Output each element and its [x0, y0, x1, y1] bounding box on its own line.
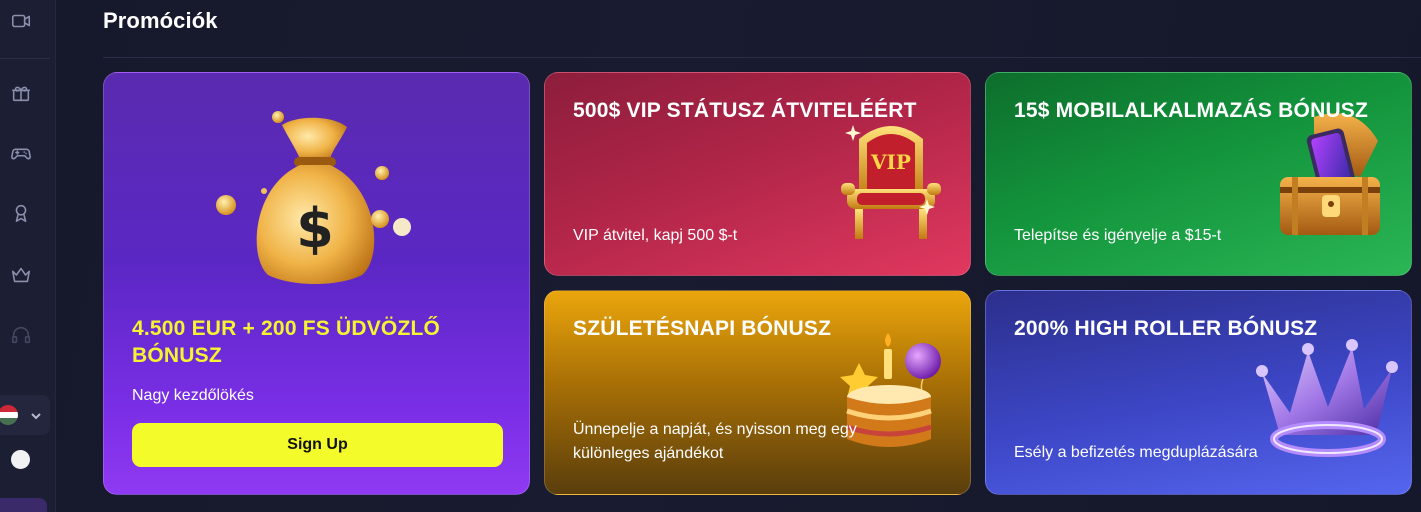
hungary-flag-icon [0, 405, 18, 425]
svg-text:$: $ [296, 197, 334, 260]
promo-card-mobile-app[interactable]: 15$ MOBILALKALMAZÁS BÓNUSZ Telepítse és … [985, 72, 1412, 276]
settings-button[interactable] [0, 498, 47, 512]
promo-title: SZÜLETÉSNAPI BÓNUSZ [573, 317, 832, 340]
promo-description: VIP átvitel, kapj 500 $-t [573, 227, 738, 244]
promo-description: Ünnepelje a napját, és nyisson meg egy k… [573, 421, 857, 462]
theme-toggle[interactable] [11, 450, 30, 469]
language-select[interactable] [0, 395, 50, 435]
promo-card-welcome-bonus[interactable]: $ 4.500 EUR + 200 FS ÜDVÖZLŐ BÓNUSZ Nagy… [103, 72, 530, 495]
promo-title: 200% HIGH ROLLER BÓNUSZ [1014, 317, 1318, 340]
sign-up-button[interactable]: Sign Up [132, 423, 503, 467]
promo-card-vip-transfer[interactable]: VIP 500$ VIP STÁTUSZ ÁTVITELÉÉRT VIP átv… [544, 72, 971, 276]
sidebar [0, 0, 56, 512]
award-icon[interactable] [8, 200, 34, 226]
app-root: Promóciók $ 4.500 EUR + 200 FS ÜDVÖZLŐ B… [0, 0, 1421, 512]
svg-text:VIP: VIP [870, 150, 911, 174]
promo-title: 500$ VIP STÁTUSZ ÁTVITELÉÉRT [573, 99, 917, 122]
headset-icon[interactable] [8, 322, 34, 348]
sidebar-divider [0, 58, 50, 59]
chevron-down-icon [30, 409, 42, 421]
money-bag-icon: $ [216, 111, 411, 284]
promo-title: 4.500 EUR + 200 FS ÜDVÖZLŐ BÓNUSZ [132, 317, 441, 367]
title-divider [103, 57, 1421, 58]
promo-description: Nagy kezdőlökés [132, 387, 254, 404]
promo-description: Telepítse és igényelje a $15-t [1014, 227, 1222, 244]
page-title: Promóciók [103, 8, 218, 33]
promo-description: Esély a befizetés megduplázására [1014, 444, 1258, 461]
vip-throne-icon: VIP [841, 125, 941, 239]
promo-card-high-roller[interactable]: 200% HIGH ROLLER BÓNUSZ Esély a befizeté… [985, 290, 1412, 495]
gamepad-icon[interactable] [8, 140, 34, 166]
video-icon[interactable] [8, 8, 34, 34]
promo-card-birthday[interactable]: SZÜLETÉSNAPI BÓNUSZ Ünnepelje a napját, … [544, 290, 971, 495]
treasure-chest-phone-icon [1280, 113, 1380, 235]
gift-icon[interactable] [8, 80, 34, 106]
crown-icon[interactable] [8, 262, 34, 288]
promo-title: 15$ MOBILALKALMAZÁS BÓNUSZ [1014, 99, 1369, 122]
crystal-crown-icon [1256, 339, 1398, 457]
